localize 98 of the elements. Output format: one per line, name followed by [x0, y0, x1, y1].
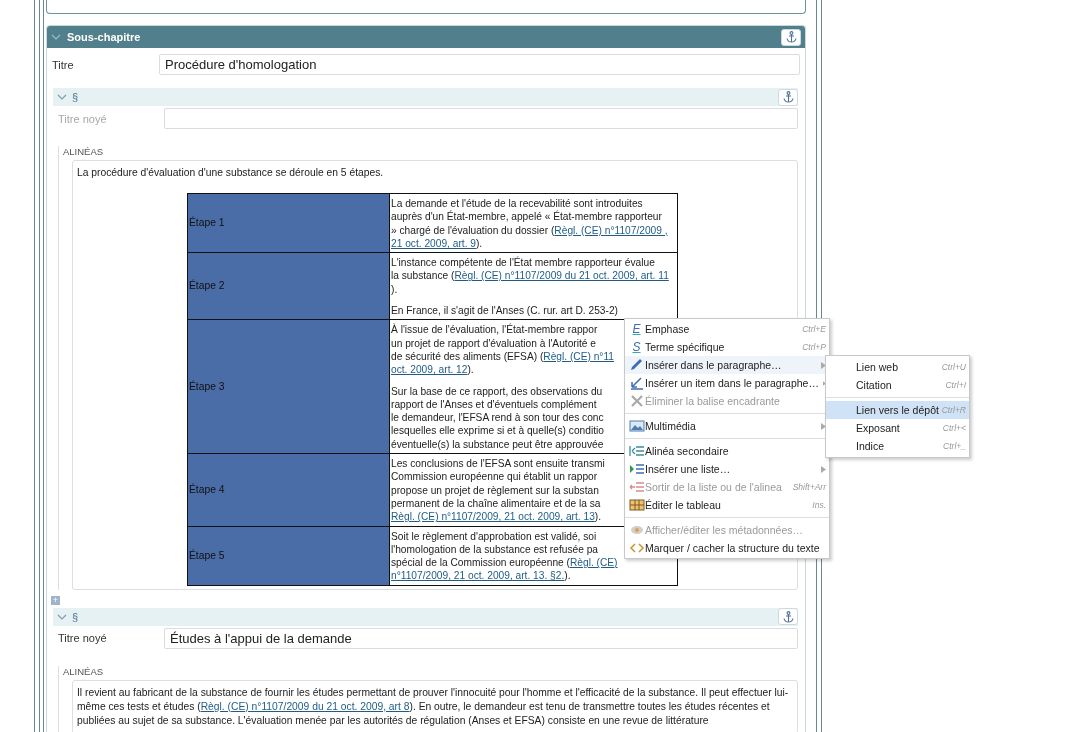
menu-item[interactable]: Insérer une liste… [625, 460, 829, 478]
chevron-down-icon[interactable] [57, 93, 67, 101]
shortcut-label: Ctrl+_ [943, 441, 966, 451]
menu-item[interactable]: E Emphase Ctrl+E [625, 320, 829, 338]
shortcut-label: Ctrl+I [945, 380, 966, 390]
text-line: Les conclusions de l'EFSA sont ensuite transmi [391, 458, 605, 470]
section-heading: § [72, 91, 79, 103]
menu-item[interactable]: Exposant Ctrl+< [826, 419, 969, 437]
text-line: Sur la base de ce rapport, des observations du [391, 385, 603, 397]
menu-item[interactable]: S Terme spécifique Ctrl+P [625, 338, 829, 356]
text-line: 21 oct. 2009, art. 9). [391, 237, 483, 249]
text-line: un projet de rapport d'évaluation à l'Autorité e [391, 337, 596, 349]
submenu-arrow-icon [822, 379, 826, 387]
section-label: ALINÉAS [63, 665, 105, 677]
text-line: la substance (Règl. (CE) n°1107/2009 du 21 oct. 2009, art. 11 [391, 270, 669, 282]
text-area[interactable] [72, 679, 798, 732]
shortcut-label: Shift+Arr [792, 482, 826, 492]
shortcut-label: Ctrl+< [942, 423, 966, 433]
paragraph-text: Il revient au fabricant de la substance de fournir les études permettant de prouver l'innocuité pour l'homme et l'efficacité de la substance. Il peut effectuer lui-même ces tests et études (Règl. (CE) n°1107/2009 du 21 oct. 2009, art 8). En outre, le demandeur est tenu de transmettre toutes les études récentes et publiées au sujet de sa substance. L'évaluation menée par les autorités de régulation (Anses et EFSA) consiste en une revue de littérature [77, 685, 790, 728]
submenu-arrow-icon [821, 361, 826, 369]
text-line: n°1107/2009, 21 oct. 2009, art. 13. §2.). [391, 570, 571, 582]
menu-item[interactable]: Éditer le tableau Ins. [625, 496, 829, 514]
title-field[interactable]: Études à l'appui de la demande [164, 627, 798, 649]
anchor-icon [785, 31, 797, 43]
shortcut-label: Ctrl+U [941, 362, 966, 372]
title-field[interactable] [164, 108, 798, 129]
anchor-button[interactable] [781, 28, 801, 46]
title-field[interactable]: Procédure d'homologation [159, 54, 800, 75]
arrowpen-icon [628, 376, 645, 390]
text-line: Commission européenne qui établit un rappor [391, 471, 598, 483]
text-line: Soit le règlement d'approbation est validé, soi [391, 530, 597, 542]
text-line: La demande et l'étude de la recevabilité sont introduites [391, 198, 643, 209]
pencil-icon [628, 358, 645, 372]
chevron-down-icon[interactable] [57, 612, 67, 621]
menu-item[interactable]: Lien vers le dépôt Ctrl+R [826, 401, 969, 419]
text-line: En France, il s'agit de l'Anses (C. rur. art D. 253-2) [391, 305, 618, 317]
text-line: propose un projet de règlement sur la substan [391, 484, 599, 496]
anchor-icon [782, 91, 794, 103]
table-icon [628, 498, 645, 512]
text-line: le demandeur, l'EFSA rend à son tour des conc [391, 412, 604, 424]
reference-link[interactable]: Règl. (CE) n°11 [543, 350, 614, 362]
section-heading: § [72, 610, 79, 623]
reference-link[interactable]: 21 oct. 2009, art. 9 [391, 237, 476, 249]
reference-link[interactable]: Règl. (CE) n°1107/2009 , [554, 224, 668, 236]
table-cell: Étape 3 [187, 319, 390, 454]
table-cell: Étape 5 [187, 526, 390, 586]
section-heading: Sous-chapitre [67, 31, 141, 43]
text-line: permanent de la chaîne alimentaire et de la sa [391, 497, 601, 509]
menu-item[interactable]: Multimédia [625, 417, 829, 435]
menu-item[interactable]: Marquer / cacher la structure du texte [625, 539, 829, 557]
format-icon: E [632, 322, 641, 336]
submenu-arrow-icon [821, 422, 826, 430]
text-line: de sécurité des aliments (EFSA) (Règl. (CE) n°11 [391, 350, 614, 362]
table-cell: Étape 1 [187, 193, 390, 253]
cross-icon [628, 394, 645, 408]
anchor-button[interactable] [778, 88, 798, 106]
text-line: lesquelles elle exprime si et à quelle(s) conditio [391, 425, 604, 437]
brackets-icon [628, 541, 645, 555]
anchor-icon [782, 610, 794, 623]
text-line: Règl. (CE) n°1107/2009, 21 oct. 2009, art. 13). [391, 511, 602, 523]
text-line: auprès d'un État-membre, appelé « État-membre rapporteur [391, 211, 662, 223]
text-line: À l'issue de l'évaluation, l'État-membre rappor [391, 324, 598, 336]
reference-link[interactable]: n°1107/2009, 21 oct. 2009, art. 13. §2. [391, 570, 565, 582]
text-line: L'instance compétente de l'État membre rapporteur évalue [391, 257, 655, 269]
text-line: l'homologation de la substance est refusée pa [391, 543, 598, 555]
reference-link[interactable]: oct. 2009, art. 12 [391, 364, 468, 376]
table-cell: Étape 4 [187, 453, 390, 527]
text-line: » chargé de l'évaluation du dossier (Règl. (CE) n°1107/2009 , [391, 224, 668, 236]
reference-link[interactable]: Règl. (CE) n°1107/2009, 21 oct. 2009, art. 13 [391, 511, 595, 523]
menu-item[interactable]: Lien web Ctrl+U [826, 358, 969, 376]
image-icon [628, 419, 645, 433]
field-label: Titre noyé [58, 112, 108, 125]
paragraph-text: La procédure d'évaluation d'une substance se déroule en 5 étapes. [77, 166, 385, 180]
menu-item[interactable]: Alinéa secondaire [625, 442, 829, 460]
menu-item[interactable]: Citation Ctrl+I [826, 376, 969, 394]
field-label: Titre noyé [58, 632, 108, 645]
eye-icon [628, 523, 645, 537]
shortcut-label: Ctrl+R [941, 405, 966, 415]
outdent-icon [628, 480, 645, 494]
text-line: rapport de l'Anses et d'éventuels complément [391, 398, 597, 410]
field-label: Titre [52, 58, 75, 71]
format-icon: S [632, 340, 641, 354]
anchor-button[interactable] [778, 608, 798, 626]
table-cell: Étape 2 [187, 252, 390, 320]
shortcut-label: Ctrl+E [802, 324, 826, 334]
menu-item[interactable]: Indice Ctrl+_ [826, 437, 969, 455]
reference-link[interactable]: Règl. (CE) n°1107/2009 du 21 oct. 2009, art. 11 [454, 270, 669, 282]
text-line: ). [391, 283, 398, 295]
text-line: spécial de la Commission européenne (Règl. (CE) [391, 557, 618, 569]
text-line: éventuelle(s) la substance peut être approuvée [391, 438, 604, 450]
submenu-arrow-icon [821, 465, 826, 473]
shortcut-label: Ins. [812, 500, 826, 510]
text-line: oct. 2009, art. 12). [391, 364, 474, 376]
shortcut-label: Ctrl+P [802, 342, 826, 352]
menu-item[interactable]: Insérer un item dans le paragraphe… [625, 374, 829, 392]
section-label: ALINÉAS [63, 146, 105, 157]
list-icon [628, 462, 645, 476]
indent-icon [628, 444, 645, 458]
